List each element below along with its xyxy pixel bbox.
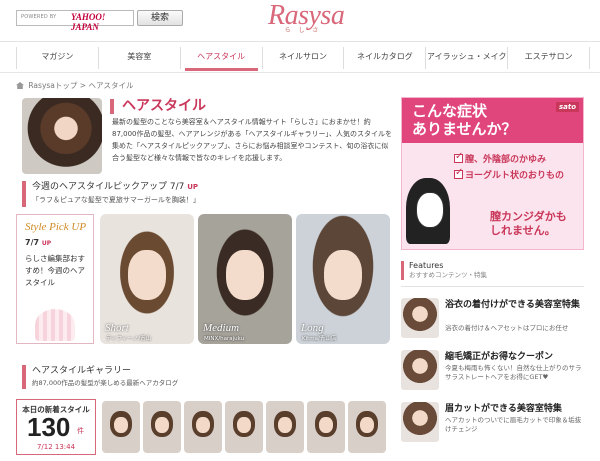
- style-photo-long[interactable]: Long Kitma/青山店: [296, 214, 390, 344]
- ad-symptom-text: 膣、外陰部のかゆみ: [465, 155, 547, 165]
- gallery-thumb[interactable]: [102, 401, 140, 453]
- nav-eyelash-makeup[interactable]: アイラッシュ・メイク: [426, 47, 509, 69]
- checkbox-icon: [454, 167, 463, 179]
- feature-description: ヘアカットのついでに眉毛カットで印象＆垢抜けチェンジ: [445, 416, 582, 433]
- home-icon: [16, 82, 24, 89]
- nav-magazine[interactable]: マガジン: [16, 47, 99, 69]
- gallery-thumb[interactable]: [266, 401, 304, 453]
- breadcrumb-separator: >: [79, 81, 87, 90]
- feature-title[interactable]: 眉カットができる美容室特集: [445, 404, 585, 415]
- feature-thumbnail: [401, 402, 439, 442]
- card-up-badge: UP: [41, 240, 52, 247]
- features-heading: Features おすすめコンテンツ・特集: [401, 261, 584, 280]
- gallery-thumb[interactable]: [225, 401, 263, 453]
- ad-message-line1: 膣カンジダかも: [490, 210, 567, 223]
- model-face: [324, 250, 362, 300]
- pickup-title: 今週のヘアスタイルピックアップ 7/7 UP: [32, 181, 392, 193]
- card-date-text: 7/7: [25, 238, 40, 247]
- style-credit: Kitma/青山店: [302, 336, 337, 342]
- ad-message-line2: しれません。: [490, 224, 556, 237]
- yahoo-logo: YAHOO! JAPAN: [71, 12, 106, 32]
- new-styles-counter[interactable]: 本日の新着スタイル 130 件 7/12 13:44: [16, 399, 96, 455]
- style-pickup-card-text: らしさ編集部おすすめ！今週のヘアスタイル: [25, 254, 85, 287]
- ad-message: 膣カンジダかも しれません。: [490, 210, 567, 238]
- new-styles-count: 130: [27, 412, 71, 442]
- ad-headline-line2: ありませんか？: [412, 120, 517, 138]
- pickup-subtitle: 「ラフ＆ピュアな髪型で夏旅サマーガールを胸装！」: [32, 196, 200, 204]
- site-logo[interactable]: Rasysa ら し さ: [268, 1, 345, 39]
- breadcrumb-current: ヘアスタイル: [88, 81, 134, 90]
- style-pickup-card-date: 7/7 UP: [25, 238, 51, 247]
- style-photo-medium[interactable]: Medium MINX/harajuku: [198, 214, 292, 344]
- nav-hairstyle[interactable]: ヘアスタイル: [181, 47, 263, 71]
- feature-description: 今夏も梅雨も怖くない！自然な仕上がりのサラサラストレートヘアをお得にGET♥: [445, 364, 582, 381]
- search-powered-label: POWERED BY: [21, 14, 57, 20]
- features-subtitle: おすすめコンテンツ・特集: [409, 271, 487, 279]
- feature-title[interactable]: 縮毛矯正がお得なクーポン: [445, 352, 585, 363]
- main-nav: マガジン 美容室 ヘアスタイル ネイルサロン ネイルカタログ アイラッシュ・メイ…: [16, 47, 591, 71]
- style-pickup-card-title: Style Pick UP: [25, 221, 87, 233]
- model-face: [128, 250, 166, 300]
- page-description: 最新の髪型のことなら美容室＆ヘアスタイル情報サイト「らしさ」におまかせ！約87,…: [112, 118, 392, 162]
- search-button[interactable]: 検索: [137, 10, 183, 26]
- pickup-title-text: 今週のヘアスタイルピックアップ 7/7: [32, 182, 185, 192]
- features-title: Features: [409, 261, 444, 270]
- new-styles-timestamp: 7/12 13:44: [36, 443, 76, 451]
- bag-icon: [35, 309, 75, 341]
- feature-item[interactable]: 浴衣の着付けができる美容室特集 浴衣の着付け＆ヘアセットはプロにお任せ: [401, 298, 584, 342]
- gallery-subtitle: 約87,000作品の髪型が楽しめる最新ヘアカタログ: [32, 379, 179, 387]
- ad-symptom-2: ヨーグルト状のおりもの: [454, 167, 565, 181]
- nav-nail-catalog[interactable]: ネイルカタログ: [344, 47, 427, 69]
- checkbox-icon: [454, 151, 463, 163]
- gallery-thumb[interactable]: [143, 401, 181, 453]
- nav-divider: [0, 72, 600, 73]
- ad-headline: こんな症状 ありませんか？: [412, 102, 517, 138]
- model-face: [226, 250, 264, 300]
- feature-thumbnail: [401, 350, 439, 390]
- gallery-thumb[interactable]: [348, 401, 386, 453]
- pickup-up-badge: UP: [187, 183, 199, 191]
- breadcrumb-home[interactable]: Rasysaトップ: [28, 81, 77, 90]
- feature-thumbnail: [401, 298, 439, 338]
- page-title: ヘアスタイル: [110, 99, 206, 114]
- ad-illustration: [406, 178, 450, 244]
- new-styles-unit: 件: [77, 427, 84, 435]
- gallery-title[interactable]: ヘアスタイルギャラリー: [32, 365, 392, 377]
- style-label: Short: [105, 322, 129, 334]
- gallery-thumb[interactable]: [307, 401, 345, 453]
- style-credit: ティフィーノ/青山: [106, 336, 152, 342]
- feature-item[interactable]: 眉カットができる美容室特集 ヘアカットのついでに眉毛カットで印象＆垢抜けチェンジ: [401, 402, 584, 446]
- advertisement-banner[interactable]: こんな症状 ありませんか？ sato 膣、外陰部のかゆみ ヨーグルト状のおりもの…: [401, 97, 584, 250]
- nav-esthetic-salon[interactable]: エステサロン: [508, 47, 591, 69]
- hairstyle-hero-photo: [22, 98, 102, 174]
- style-photo-short[interactable]: Short ティフィーノ/青山: [100, 214, 194, 344]
- nav-nail-salon[interactable]: ネイルサロン: [263, 47, 345, 69]
- ad-sponsor-logo: sato: [555, 102, 579, 112]
- gallery-heading: ヘアスタイルギャラリー 約87,000作品の髪型が楽しめる最新ヘアカタログ: [22, 365, 392, 389]
- breadcrumb: Rasysaトップ > ヘアスタイル: [16, 80, 133, 91]
- style-label: Long: [301, 322, 324, 334]
- ad-symptom-text: ヨーグルト状のおりもの: [465, 171, 565, 181]
- site-header: POWERED BY YAHOO! JAPAN 検索 Rasysa ら し さ: [0, 0, 600, 42]
- search-input[interactable]: POWERED BY YAHOO! JAPAN: [16, 10, 134, 32]
- feature-item[interactable]: 縮毛矯正がお得なクーポン 今夏も梅雨も怖くない！自然な仕上がりのサラサラストレー…: [401, 350, 584, 394]
- style-label: Medium: [203, 322, 240, 334]
- pickup-heading: 今週のヘアスタイルピックアップ 7/7 UP 「ラフ＆ピュアな髪型で夏旅サマーガ…: [22, 181, 392, 207]
- style-pickup-card[interactable]: Style Pick UP 7/7 UP らしさ編集部おすすめ！今週のヘアスタイ…: [16, 214, 94, 344]
- style-credit: MINX/harajuku: [204, 336, 245, 342]
- nav-salon[interactable]: 美容室: [99, 47, 181, 69]
- gallery-thumb[interactable]: [184, 401, 222, 453]
- feature-title[interactable]: 浴衣の着付けができる美容室特集: [445, 300, 585, 311]
- features-divider: [401, 286, 584, 287]
- ad-symptom-1: 膣、外陰部のかゆみ: [454, 151, 547, 165]
- feature-description: 浴衣の着付け＆ヘアセットはプロにお任せ: [445, 324, 569, 332]
- ad-headline-line1: こんな症状: [412, 102, 488, 120]
